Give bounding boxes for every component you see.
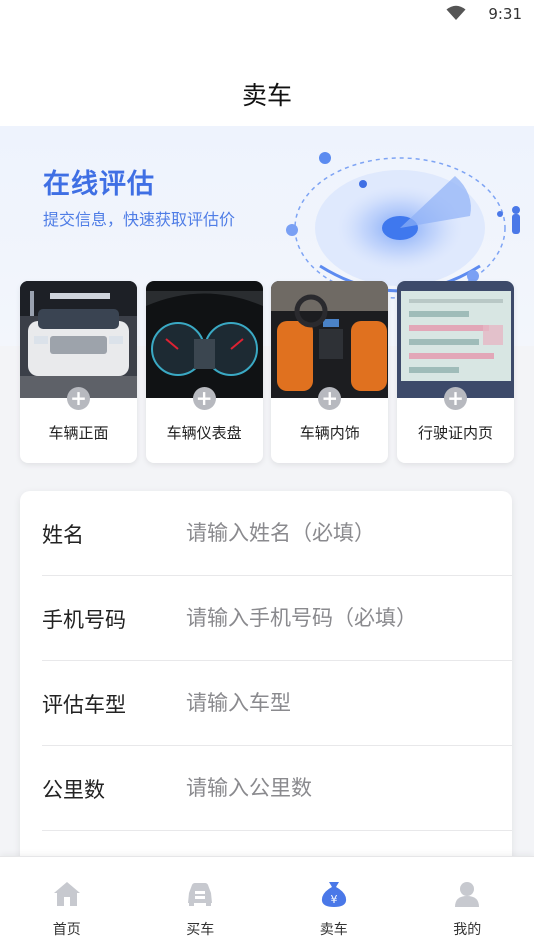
page-title: 卖车 <box>241 81 292 110</box>
tab-label: 卖车 <box>319 922 348 938</box>
name-input[interactable] <box>186 515 496 551</box>
banner-subtitle: 提交信息，快速获取评估价 <box>43 210 236 229</box>
form-label: 公里数 <box>42 778 105 802</box>
car-front-photo <box>20 281 137 398</box>
car-icon <box>188 883 213 906</box>
phone-input[interactable] <box>186 600 496 636</box>
form-row-model: 评估车型 <box>42 661 512 746</box>
interior-photo <box>271 281 389 398</box>
status-time: 9:31 <box>488 5 522 23</box>
status-bar: 9:31 <box>0 0 534 30</box>
mileage-input[interactable] <box>186 770 496 806</box>
photo-card-front[interactable]: + 车辆正面 <box>20 281 137 463</box>
photo-card-interior[interactable]: + 车辆内饰 <box>271 281 389 463</box>
money-bag-icon: ¥ <box>321 882 346 907</box>
form-label: 姓名 <box>42 523 84 547</box>
photo-label: 车辆内饰 <box>299 424 360 442</box>
dashboard-photo <box>145 281 263 398</box>
tab-label: 首页 <box>52 922 81 938</box>
svg-text:¥: ¥ <box>330 893 337 906</box>
plus-icon[interactable]: + <box>443 387 467 410</box>
tab-sell-car[interactable]: ¥ 卖车 <box>267 857 401 949</box>
form-row-phone: 手机号码 <box>42 576 512 661</box>
plus-icon[interactable]: + <box>192 387 216 410</box>
photo-label: 行驶证内页 <box>417 424 493 442</box>
form-row-mileage: 公里数 <box>42 746 512 831</box>
plus-icon[interactable]: + <box>67 387 90 410</box>
banner-title: 在线评估 <box>43 169 155 200</box>
form-row-name: 姓名 <box>42 491 512 576</box>
photo-card-license[interactable]: + 行驶证内页 <box>396 281 514 463</box>
tab-label: 我的 <box>453 922 482 938</box>
photo-label: 车辆仪表盘 <box>166 424 242 442</box>
tab-home[interactable]: 首页 <box>0 857 134 949</box>
tab-label: 买车 <box>186 922 215 938</box>
license-photo <box>396 281 514 398</box>
home-icon <box>53 882 80 906</box>
user-icon <box>455 882 480 907</box>
evaluation-form: 姓名 手机号码 评估车型 公里数 <box>20 491 512 871</box>
tab-buy-car[interactable]: 买车 <box>134 857 268 949</box>
wifi-icon <box>446 5 466 20</box>
plus-icon[interactable]: + <box>318 387 342 410</box>
form-label: 手机号码 <box>42 608 126 632</box>
photo-card-dashboard[interactable]: + 车辆仪表盘 <box>145 281 263 463</box>
bottom-tab-bar: 首页 买车 ¥ 卖车 我的 <box>0 856 534 949</box>
form-label: 评估车型 <box>42 693 126 717</box>
tab-mine[interactable]: 我的 <box>401 857 534 949</box>
photo-upload-row: + 车辆正面 + 车辆仪表盘 + 车辆内饰 + 行驶证内页 <box>20 281 514 463</box>
car-model-input[interactable] <box>186 685 496 721</box>
photo-label: 车辆正面 <box>48 424 109 442</box>
